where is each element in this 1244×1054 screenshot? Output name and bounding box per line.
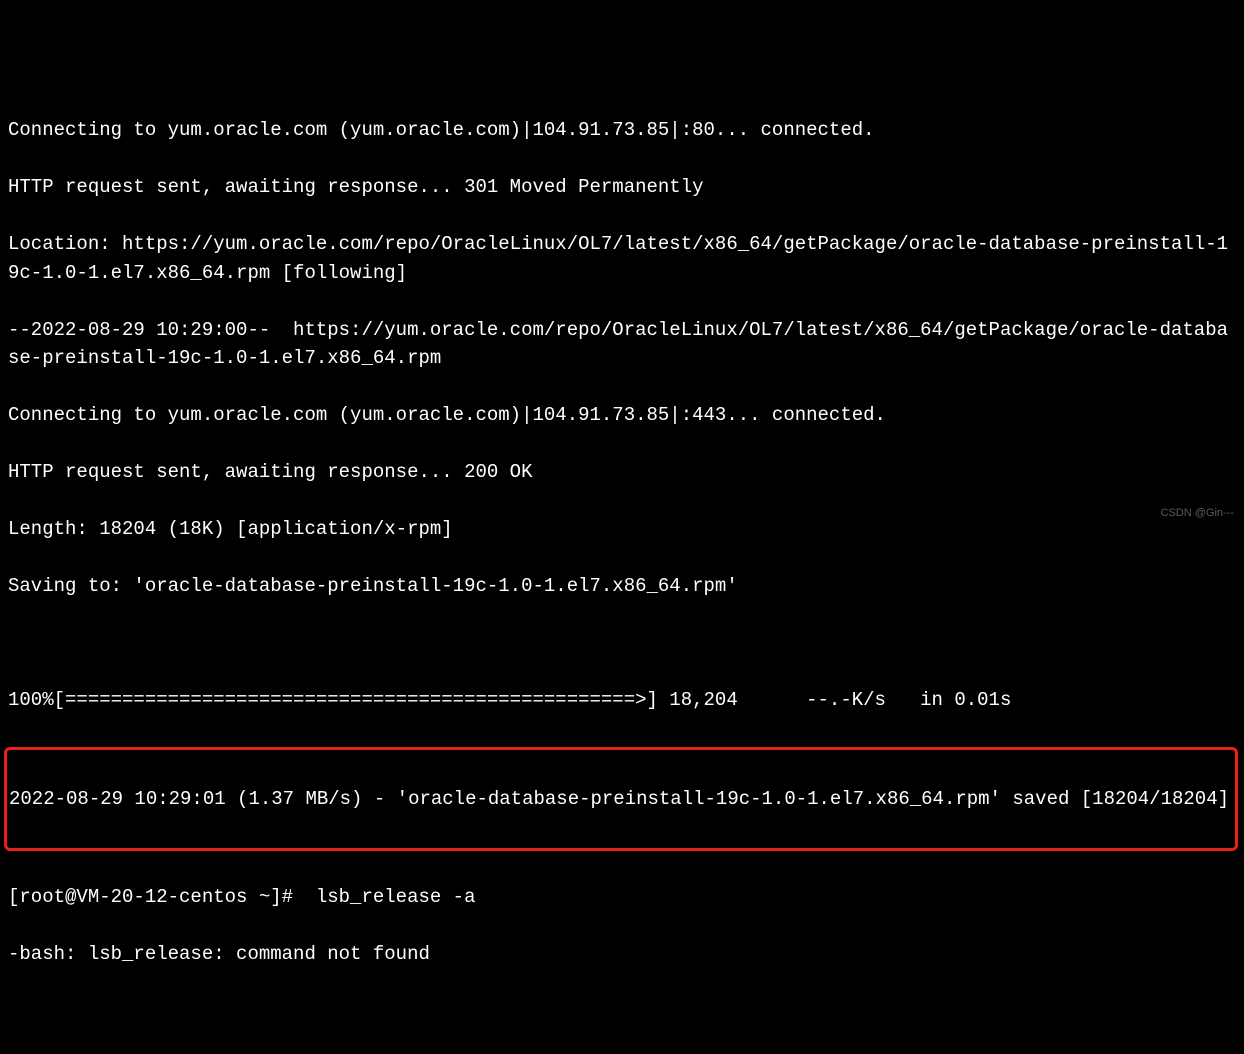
output-line-error: -bash: lsb_release: command not found bbox=[8, 940, 1236, 969]
watermark-text: CSDN @Gin--- bbox=[1161, 505, 1235, 522]
output-line-http-301: HTTP request sent, awaiting response... … bbox=[8, 173, 1236, 202]
highlight-saved-box: 2022-08-29 10:29:01 (1.37 MB/s) - 'oracl… bbox=[4, 747, 1238, 851]
shell-prompt-line[interactable]: [root@VM-20-12-centos ~]# lsb_release -a bbox=[8, 883, 1236, 912]
output-line-location: Location: https://yum.oracle.com/repo/Or… bbox=[8, 230, 1236, 287]
output-line-timestamp-request: --2022-08-29 10:29:00-- https://yum.orac… bbox=[8, 316, 1236, 373]
output-line-saved: 2022-08-29 10:29:01 (1.37 MB/s) - 'oracl… bbox=[9, 785, 1233, 814]
output-line-progress-bar: 100%[===================================… bbox=[8, 686, 1236, 715]
output-line-saving-to: Saving to: 'oracle-database-preinstall-1… bbox=[8, 572, 1236, 601]
output-line-connecting-443: Connecting to yum.oracle.com (yum.oracle… bbox=[8, 401, 1236, 430]
output-line-connecting-80: Connecting to yum.oracle.com (yum.oracle… bbox=[8, 116, 1236, 145]
blank-line bbox=[8, 629, 1236, 658]
output-line-http-200: HTTP request sent, awaiting response... … bbox=[8, 458, 1236, 487]
output-line-length: Length: 18204 (18K) [application/x-rpm] bbox=[8, 515, 1236, 544]
